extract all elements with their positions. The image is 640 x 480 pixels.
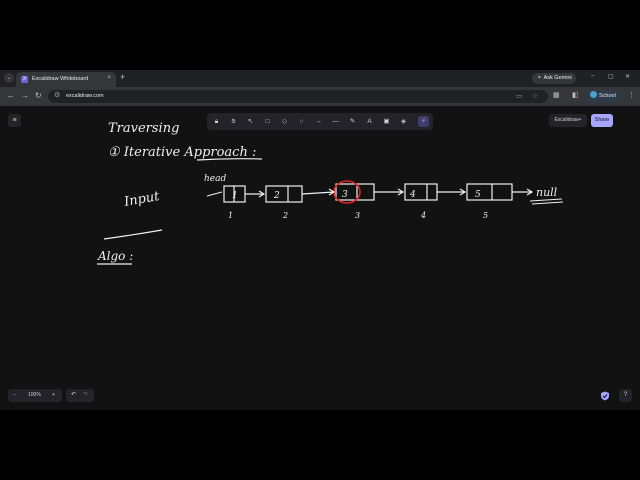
zoom-out-button[interactable]: − — [13, 392, 16, 398]
gemini-icon: ✦ — [537, 75, 542, 81]
head-arrow — [206, 191, 223, 197]
tab-strip: ⌄ X Excalidraw Whiteboard × + ✦ Ask Gemin… — [0, 70, 640, 87]
tab-search-button[interactable]: ⌄ — [4, 73, 14, 83]
avatar — [590, 91, 597, 98]
new-tab-button[interactable]: + — [120, 72, 125, 82]
pencil-icon[interactable]: ✎ — [347, 116, 358, 127]
laser-icon[interactable]: ⚡︎ — [418, 116, 429, 127]
null-underline — [529, 198, 564, 205]
node-value-5: 5 — [475, 190, 481, 200]
index-2: 2 — [282, 211, 288, 220]
line-icon[interactable]: — — [330, 116, 341, 127]
close-window-button[interactable]: ✕ — [625, 73, 630, 80]
bookmark-star-icon[interactable]: ☆ — [532, 92, 538, 100]
arrow-icon[interactable]: → — [313, 116, 324, 127]
node-5 — [466, 183, 513, 201]
close-icon[interactable]: × — [107, 75, 111, 81]
heading-traversing: Traversing — [108, 121, 179, 136]
cast-icon[interactable]: ▭ — [516, 92, 522, 100]
diamond-icon[interactable]: ◇ — [279, 116, 290, 127]
node-value-2: 2 — [273, 191, 280, 201]
input-underline — [103, 229, 163, 240]
history-controls: ↶ ↷ — [66, 389, 94, 402]
omnibox[interactable]: ⚙︎ excalidraw.com ▭ ☆ — [48, 90, 548, 103]
extensions-icon[interactable]: ▦ — [553, 91, 560, 99]
zoom-in-button[interactable]: + — [52, 392, 55, 398]
tab-excalidraw[interactable]: X Excalidraw Whiteboard × — [16, 72, 116, 87]
reload-icon[interactable]: ↻ — [35, 91, 42, 100]
excalidraw-favicon-icon: X — [21, 76, 28, 83]
excalidraw-canvas[interactable]: Traversing ① Iterative Approach : Input … — [0, 106, 640, 410]
ask-gemini-label: Ask Gemini — [543, 75, 572, 81]
forward-icon[interactable]: → — [21, 91, 29, 100]
profile-button[interactable]: School — [587, 90, 621, 102]
text-icon[interactable]: A — [364, 116, 375, 127]
share-button[interactable]: Share — [591, 114, 613, 127]
node-2 — [265, 185, 303, 203]
shield-icon[interactable] — [600, 391, 610, 401]
sidepanel-icon[interactable]: ◧ — [572, 91, 579, 99]
eraser-icon[interactable]: ◈ — [398, 116, 409, 127]
main-menu-button[interactable]: ≡ — [8, 114, 21, 127]
more-menu-icon[interactable]: ⋮ — [628, 91, 635, 99]
maximize-button[interactable]: ▢ — [608, 73, 614, 80]
ask-gemini-button[interactable]: ✦ Ask Gemini — [532, 73, 576, 84]
minimize-button[interactable]: – — [591, 73, 594, 79]
tab-title: Excalidraw Whiteboard — [32, 76, 89, 82]
handwritten-sketch: Traversing ① Iterative Approach : Input … — [97, 121, 564, 265]
hand-icon[interactable]: ✋︎ — [228, 116, 239, 127]
heading-iterative: ① Iterative Approach : — [108, 145, 256, 160]
site-info-icon[interactable]: ⚙︎ — [54, 91, 60, 99]
zoom-level[interactable]: 100% — [28, 392, 41, 398]
browser-window: ⌄ X Excalidraw Whiteboard × + ✦ Ask Gemin… — [0, 70, 640, 410]
node-value-3: 3 — [342, 190, 348, 200]
zoom-controls: − 100% + — [8, 389, 62, 402]
ellipse-icon[interactable]: ○ — [296, 116, 307, 127]
input-label: Input — [122, 189, 161, 210]
back-icon[interactable]: ← — [7, 91, 15, 100]
address-bar-row: ← → ↻ ⚙︎ excalidraw.com ▭ ☆ ▦ ◧ School ⋮ — [0, 87, 640, 106]
index-4: 4 — [420, 211, 426, 220]
head-label: head — [204, 174, 226, 184]
algo-label: Algo : — [97, 249, 133, 263]
excalidraw-plus-button[interactable]: Excalidraw+ — [549, 114, 587, 127]
node-value-1: 1 — [232, 191, 238, 201]
image-icon[interactable]: ▣ — [381, 116, 392, 127]
lock-icon[interactable]: 🔒︎ — [211, 116, 222, 127]
redo-icon[interactable]: ↷ — [83, 391, 88, 398]
node-value-4: 4 — [409, 190, 416, 200]
index-1: 1 — [228, 211, 233, 220]
selection-icon[interactable]: ↖ — [245, 116, 256, 127]
url-text[interactable]: excalidraw.com — [66, 93, 104, 99]
index-3: 3 — [355, 211, 360, 220]
help-button[interactable]: ? — [619, 389, 632, 402]
null-label: null — [536, 186, 558, 199]
tools-toolbar: 🔒︎ ✋︎ ↖ □ ◇ ○ → — ✎ A ▣ ◈ ⚡︎ — [207, 113, 433, 130]
profile-label: School — [599, 93, 616, 99]
rectangle-icon[interactable]: □ — [262, 116, 273, 127]
index-5: 5 — [483, 211, 488, 220]
undo-icon[interactable]: ↶ — [71, 391, 76, 398]
